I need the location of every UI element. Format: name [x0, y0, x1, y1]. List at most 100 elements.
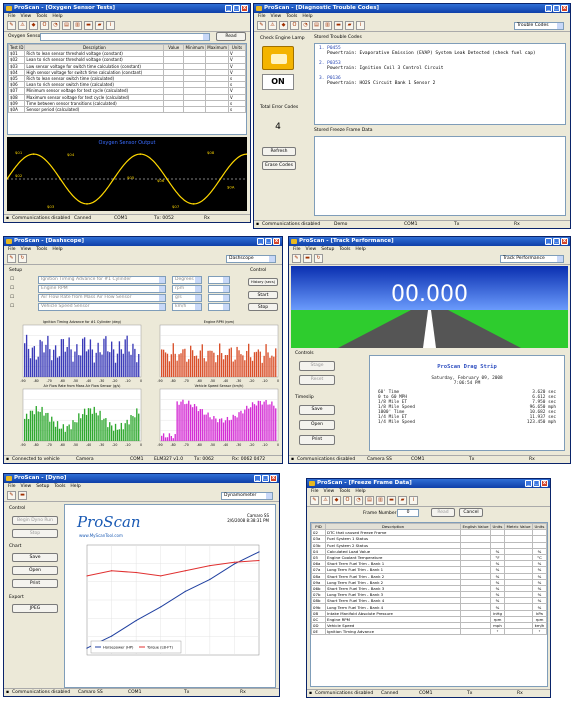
begin-dyno-run-button[interactable]: Begin Dyno Run [12, 516, 58, 525]
wrench-icon[interactable]: ✎ [257, 21, 266, 30]
menu-tools[interactable]: Tools [36, 247, 47, 252]
close-button[interactable]: x [270, 475, 277, 482]
series-checkbox[interactable]: ☐ [10, 286, 14, 291]
menu-file[interactable]: File [258, 14, 266, 19]
wrench-icon[interactable]: ✎ [292, 254, 301, 263]
minimize-button[interactable]: _ [545, 238, 552, 245]
title-bar[interactable]: ProScan - [Dyno] _ □ x [4, 474, 279, 483]
menu-tools[interactable]: Tools [339, 489, 350, 494]
read-button[interactable]: Read [431, 508, 455, 517]
series-checkbox[interactable]: ☐ [10, 277, 14, 282]
info-icon[interactable]: i [106, 21, 115, 30]
info-icon[interactable]: i [356, 21, 365, 30]
stage-button[interactable]: Stage [299, 361, 335, 371]
info-icon[interactable]: i [409, 496, 418, 505]
erase-codes-button[interactable]: Erase Codes [262, 161, 296, 170]
plug-icon[interactable]: ◆ [332, 496, 341, 505]
chart-icon[interactable]: ▤ [312, 21, 321, 30]
gauge-icon[interactable]: ◔ [354, 496, 363, 505]
truck-icon[interactable]: ▰ [95, 21, 104, 30]
menu-file[interactable]: File [8, 14, 16, 19]
jpeg-button[interactable]: JPEG [12, 604, 58, 613]
wrench-icon[interactable]: ✎ [7, 254, 16, 263]
menu-view[interactable]: View [306, 247, 317, 252]
refresh-button[interactable]: Refresh [262, 147, 296, 156]
series-color-select[interactable] [208, 303, 230, 311]
menu-help[interactable]: Help [355, 489, 365, 494]
reset-button[interactable]: Reset [299, 375, 335, 385]
print-button[interactable]: Print [299, 435, 335, 445]
series-color-select[interactable] [208, 276, 230, 284]
car-icon[interactable]: ▬ [387, 496, 396, 505]
o2-sensor-select[interactable] [40, 33, 210, 41]
frame-number-input[interactable]: 0 [397, 509, 419, 517]
menu-view[interactable]: View [21, 484, 32, 489]
trouble-code-item[interactable]: 1. P0455 Powertrain: Evaporative Emission… [319, 46, 561, 56]
maximize-button[interactable]: □ [262, 475, 269, 482]
col-test-id[interactable]: Test ID [7, 43, 26, 52]
wrench-icon[interactable]: ✎ [7, 21, 16, 30]
series-select[interactable]: Engine RPM [38, 285, 166, 293]
stop-button[interactable]: Stop [248, 303, 278, 311]
car-icon[interactable]: ▬ [334, 21, 343, 30]
series-units-select[interactable]: Degrees [172, 276, 202, 284]
wrench-icon[interactable]: ✎ [310, 496, 319, 505]
stop-button[interactable]: Stop [12, 529, 58, 538]
close-button[interactable]: x [561, 5, 568, 12]
plug-icon[interactable]: ◆ [279, 21, 288, 30]
col-english-value[interactable]: English Value [460, 522, 491, 531]
series-color-select[interactable] [208, 285, 230, 293]
menu-tools[interactable]: Tools [286, 14, 297, 19]
menu-file[interactable]: File [8, 484, 16, 489]
table-row[interactable]: $0A Sensor period (calculated) s [7, 105, 246, 114]
chart-icon[interactable]: ▤ [62, 21, 71, 30]
table-row[interactable]: 0E Ignition Timing Advance ° ° [311, 628, 547, 636]
open-button[interactable]: Open [299, 420, 335, 430]
maximize-button[interactable]: □ [533, 480, 540, 487]
gauge-icon[interactable]: ◔ [301, 21, 310, 30]
menu-view[interactable]: View [324, 489, 335, 494]
open-button[interactable]: Open [12, 566, 58, 575]
dtc-icon[interactable]: ⚠ [268, 21, 277, 30]
o2-icon[interactable]: O [343, 496, 352, 505]
chart-icon[interactable]: ▤ [365, 496, 374, 505]
cancel-button[interactable]: Cancel [459, 508, 483, 517]
trouble-code-item[interactable]: 3. P0136 Powertrain: HO2S Circuit Bank 1 … [319, 76, 561, 86]
menu-help[interactable]: Help [70, 484, 80, 489]
wrench-icon[interactable]: ✎ [7, 491, 16, 500]
series-units-select[interactable]: km/h [172, 303, 202, 311]
save-button[interactable]: Save [299, 405, 335, 415]
graph-icon[interactable]: ▥ [323, 21, 332, 30]
history-select[interactable]: History (secs) [248, 278, 278, 286]
start-button[interactable]: Start [248, 291, 278, 299]
series-units-select[interactable]: g/s [172, 294, 202, 302]
menu-help[interactable]: Help [355, 247, 365, 252]
series-units-select[interactable]: rpm [172, 285, 202, 293]
car-icon[interactable]: ▬ [84, 21, 93, 30]
menu-tools[interactable]: Tools [36, 14, 47, 19]
menu-file[interactable]: File [311, 489, 319, 494]
dtc-icon[interactable]: ⚠ [18, 21, 27, 30]
trouble-code-item[interactable]: 2. P0353 Powertrain: Ignition Coil 3 Cont… [319, 61, 561, 71]
dtc-icon[interactable]: ⚠ [321, 496, 330, 505]
view-select[interactable]: Dashscope [226, 255, 276, 263]
o2-icon[interactable]: O [290, 21, 299, 30]
menu-file[interactable]: File [8, 247, 16, 252]
menu-setup[interactable]: Setup [321, 247, 334, 252]
menu-view[interactable]: View [21, 247, 32, 252]
truck-icon[interactable]: ▰ [345, 21, 354, 30]
o2-icon[interactable]: O [40, 21, 49, 30]
gauge-icon[interactable]: ◔ [51, 21, 60, 30]
title-bar[interactable]: ProScan - [Freeze Frame Data] _ □ x [307, 479, 550, 488]
read-button[interactable]: Read [216, 32, 246, 41]
close-button[interactable]: x [561, 238, 568, 245]
minimize-button[interactable]: _ [225, 5, 232, 12]
minimize-button[interactable]: _ [525, 480, 532, 487]
menu-help[interactable]: Help [52, 14, 62, 19]
col-units-metric[interactable]: Units [532, 522, 547, 531]
col-maximum[interactable]: Maximum [205, 43, 229, 52]
graph-icon[interactable]: ▥ [376, 496, 385, 505]
minimize-button[interactable]: _ [545, 5, 552, 12]
view-select[interactable]: Track Performance [500, 255, 564, 263]
menu-file[interactable]: File [293, 247, 301, 252]
